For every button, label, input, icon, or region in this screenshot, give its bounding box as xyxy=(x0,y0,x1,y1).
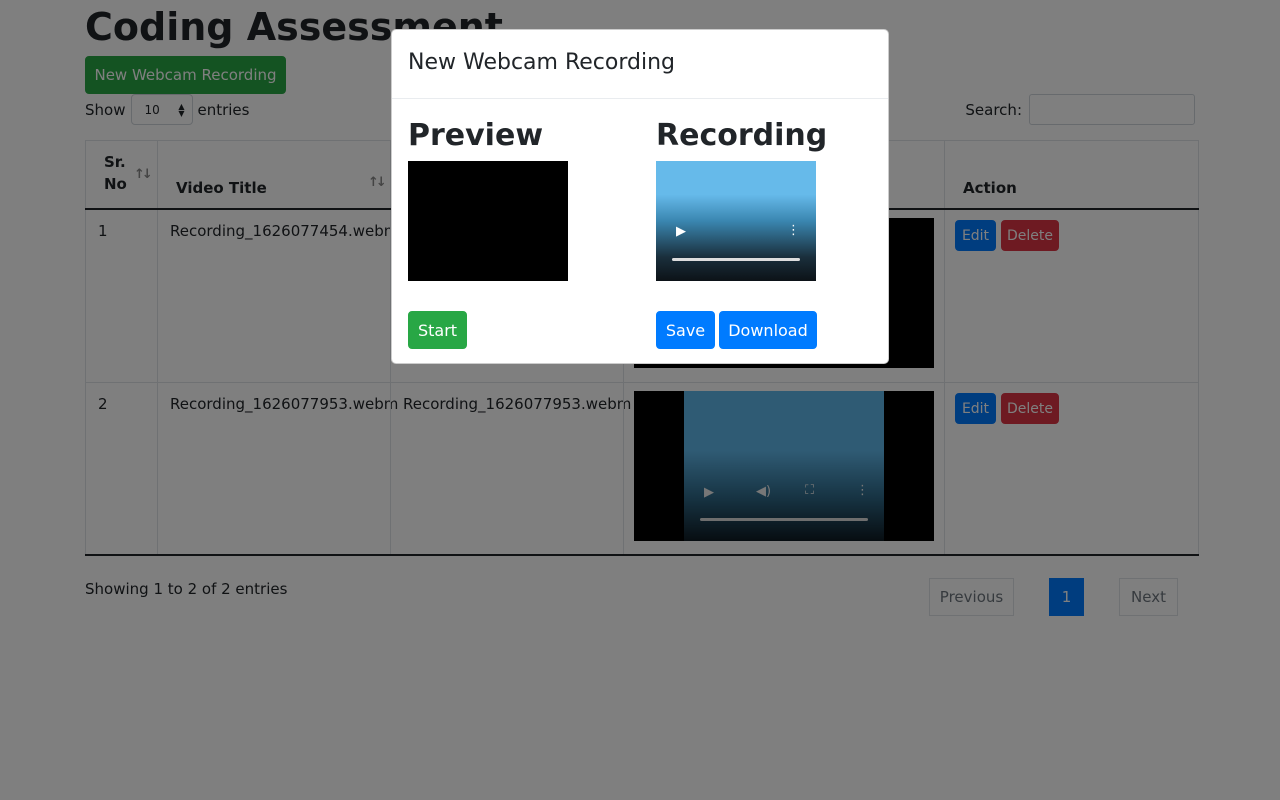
play-icon[interactable]: ▶ xyxy=(676,224,686,239)
recording-progress-track[interactable] xyxy=(672,258,800,261)
webcam-preview xyxy=(408,161,568,281)
recording-heading: Recording xyxy=(656,118,828,153)
download-button[interactable]: Download xyxy=(719,311,817,349)
recording-player[interactable]: ▶ ⋮ xyxy=(656,161,816,281)
more-vertical-icon[interactable]: ⋮ xyxy=(787,223,800,238)
modal-header: New Webcam Recording xyxy=(392,30,888,99)
start-button[interactable]: Start xyxy=(408,311,467,349)
modal-title: New Webcam Recording xyxy=(408,50,675,75)
preview-heading: Preview xyxy=(408,118,544,153)
save-button[interactable]: Save xyxy=(656,311,715,349)
new-recording-modal: New Webcam Recording Preview Recording ▶… xyxy=(391,29,889,364)
